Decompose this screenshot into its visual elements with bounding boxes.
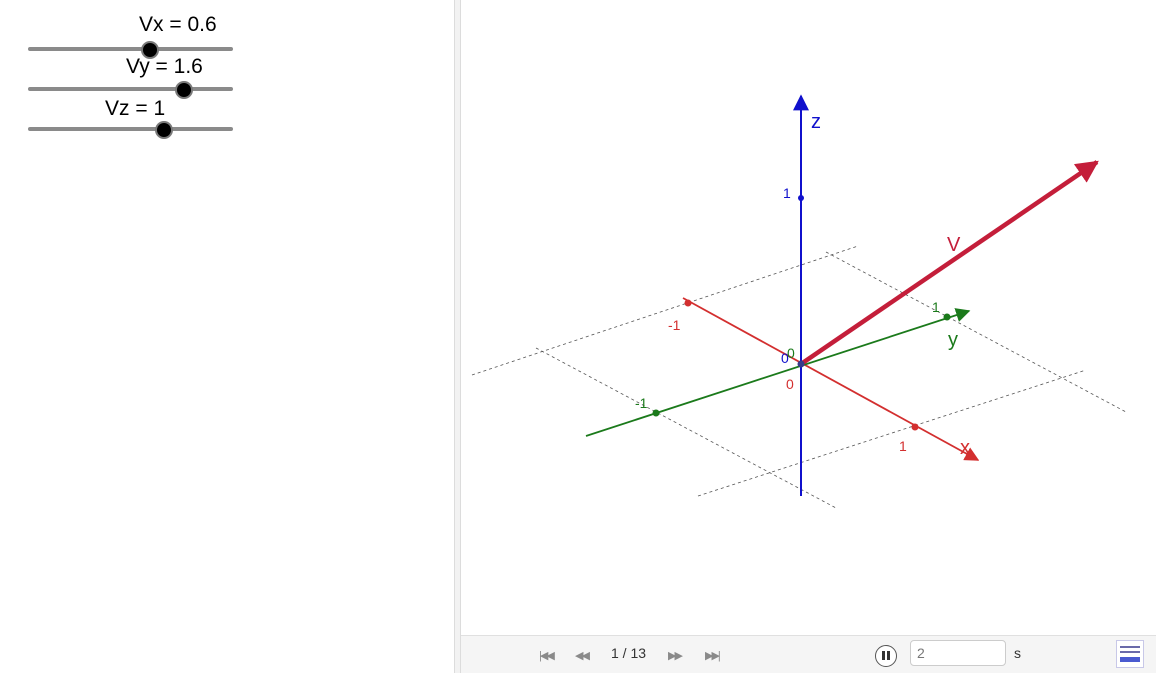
y-neg-tick-label: -1 xyxy=(635,395,648,411)
origin-label-x: 0 xyxy=(786,376,794,392)
speed-input[interactable] xyxy=(910,640,1006,666)
y-axis xyxy=(585,308,971,437)
y-axis-label: y xyxy=(948,329,958,351)
slider-vz-track[interactable] xyxy=(28,127,233,131)
z-axis-label: z xyxy=(811,111,821,133)
slider-vz-label: Vz = 1 xyxy=(105,97,166,120)
y-neg-point xyxy=(652,409,660,417)
pause-button[interactable] xyxy=(875,645,897,667)
x-pos-point xyxy=(911,423,919,431)
pause-icon xyxy=(882,651,885,660)
algebra-view-icon[interactable] xyxy=(1116,640,1144,668)
x-neg-point xyxy=(684,299,692,307)
speed-unit-label: s xyxy=(1014,645,1021,661)
xy-plane-grid xyxy=(471,245,1127,509)
z-tick-label: 1 xyxy=(783,185,791,201)
slider-vy-label: Vy = 1.6 xyxy=(126,55,203,78)
slider-vx-track[interactable] xyxy=(28,47,233,51)
algebra-panel: Vx = 0.6 Vy = 1.6 Vz = 1 xyxy=(0,0,454,673)
scene-svg: z x y 1 -1 1 -1 1 0 0 0 V xyxy=(471,94,1127,509)
x-neg-tick-label: -1 xyxy=(668,317,681,333)
panel-divider[interactable] xyxy=(454,0,461,673)
origin-label-y: 0 xyxy=(787,345,795,361)
step-forward-icon[interactable]: ▶▶ xyxy=(668,649,683,662)
skip-to-end-icon[interactable]: ▶▶| xyxy=(705,649,721,662)
y-pos-tick-label: 1 xyxy=(932,299,940,315)
graphics-3d-view[interactable]: z x y 1 -1 1 -1 1 0 0 0 V xyxy=(461,0,1156,635)
x-axis-label: x xyxy=(960,437,970,459)
slider-vz[interactable]: Vz = 1 xyxy=(28,95,233,140)
origin-point xyxy=(797,360,805,368)
skip-to-start-icon[interactable]: |◀◀ xyxy=(539,649,555,662)
slider-vx-label: Vx = 0.6 xyxy=(139,13,217,36)
slider-vx[interactable]: Vx = 0.6 xyxy=(28,10,233,59)
pause-icon-bar xyxy=(887,651,890,660)
vector-label: V xyxy=(947,234,961,256)
y-pos-point xyxy=(943,313,951,321)
slider-vy-track[interactable] xyxy=(28,87,233,91)
step-back-icon[interactable]: ◀◀ xyxy=(575,649,590,662)
x-pos-tick-label: 1 xyxy=(899,438,907,454)
slider-vy[interactable]: Vy = 1.6 xyxy=(28,54,233,99)
frame-counter: 1 / 13 xyxy=(611,645,647,661)
slider-vz-thumb[interactable] xyxy=(155,121,173,139)
animation-toolbar: |◀◀ ◀◀ 1 / 13 ▶▶ ▶▶| s xyxy=(461,635,1156,673)
z-tick-point xyxy=(798,195,804,201)
